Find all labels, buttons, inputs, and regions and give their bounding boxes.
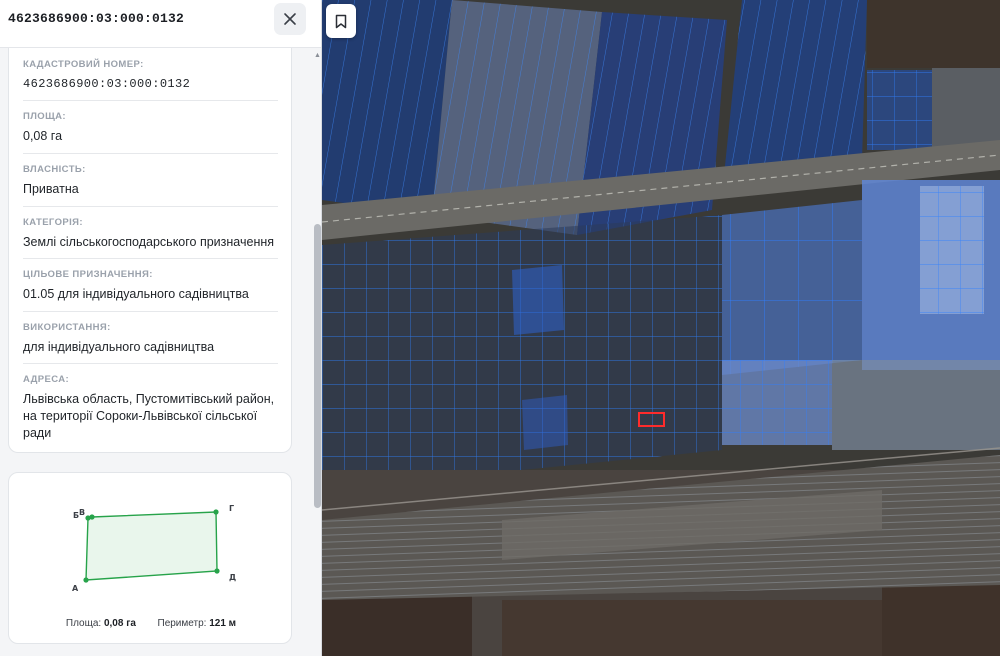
detail-value: Львівська область, Пустомитівський район… [23, 392, 275, 440]
close-icon [284, 13, 296, 25]
detail-value: 0,08 га [23, 129, 63, 143]
detail-row-ownership: ВЛАСНІСТЬ: Приватна [23, 164, 278, 207]
detail-row-category: КАТЕГОРІЯ: Землі сільськогосподарського … [23, 217, 278, 259]
chevron-up-icon[interactable]: ▲ [313, 52, 321, 60]
detail-value: 4623686900:03:000:0132 [23, 77, 191, 91]
detail-label: ВЛАСНІСТЬ: [23, 164, 86, 175]
detail-row-usage: ВИКОРИСТАННЯ: для індивідуального садівн… [23, 322, 278, 364]
detail-label: ПЛОЩА: [23, 111, 66, 122]
panel-header: 4623686900:03:000:0132 [0, 0, 321, 48]
parcel-details-card: КАДАСТРОВИЙ НОМЕР: 4623686900:03:000:013… [8, 48, 292, 453]
forest-bottom [502, 600, 882, 656]
detail-row-address: АДРЕСА: Львівська область, Пустомитівськ… [23, 374, 278, 444]
detail-label: АДРЕСА: [23, 374, 70, 385]
parcel-info-panel: 4623686900:03:000:0132 КАДАСТРОВИЙ НОМЕР… [0, 0, 322, 656]
vertex-label-g: Г [229, 504, 234, 513]
parcel-highlight-blue [512, 265, 564, 335]
industrial-block [722, 200, 862, 375]
scroll-thumb[interactable] [314, 224, 321, 508]
detail-label: КАДАСТРОВИЙ НОМЕР: [23, 59, 144, 70]
field-block [867, 70, 932, 150]
detail-value: Приватна [23, 182, 79, 196]
detail-row-purpose: ЦІЛЬОВЕ ПРИЗНАЧЕННЯ: 01.05 для індивідуа… [23, 269, 278, 312]
satellite-map[interactable] [322, 0, 1000, 656]
parcel-shape-polygon [85, 511, 218, 581]
detail-label: ЦІЛЬОВЕ ПРИЗНАЧЕННЯ: [23, 269, 153, 280]
industrial-yard [832, 360, 1000, 450]
vertex-point [214, 568, 220, 574]
panel-title: 4623686900:03:000:0132 [8, 11, 185, 26]
bookmark-icon [335, 14, 347, 28]
bookmark-button[interactable] [326, 4, 356, 38]
parking-lot [722, 360, 832, 445]
close-button[interactable] [274, 3, 306, 35]
forest-north [867, 0, 1000, 68]
area-label: Площа: [65, 618, 102, 629]
vertex-point [89, 514, 95, 520]
perimeter-value: 121 м [209, 618, 237, 629]
detail-row-area: ПЛОЩА: 0,08 га [23, 111, 278, 154]
vertex-point [83, 577, 89, 583]
detail-value: для індивідуального садівництва [23, 340, 215, 354]
detail-label: КАТЕГОРІЯ: [23, 217, 83, 228]
detail-label: ВИКОРИСТАННЯ: [23, 322, 111, 333]
vertex-label-v: В [79, 508, 85, 517]
vertex-point [213, 509, 219, 515]
parcel-highlight-blue [522, 395, 568, 450]
warehouse-roof [920, 186, 984, 314]
garden-parcels [322, 215, 722, 470]
shape-metrics: Площа: 0,08 га Периметр: 121 м [9, 618, 293, 629]
perimeter-label: Периметр: [157, 618, 207, 629]
vertex-label-a: А [72, 584, 79, 593]
detail-row-cadastral-number: КАДАСТРОВИЙ НОМЕР: 4623686900:03:000:013… [23, 59, 278, 101]
detail-value: Землі сільськогосподарського призначення [23, 235, 275, 249]
panel-scrollbar[interactable]: ▲ [313, 48, 321, 656]
parcel-shape-card: Б В Г Д А Площа: 0,08 га Периметр: 121 м [8, 472, 292, 644]
area-value: 0,08 га [103, 618, 136, 629]
vertex-label-d: Д [229, 573, 236, 582]
detail-value: 01.05 для індивідуального садівництва [23, 287, 249, 301]
map-canvas[interactable] [322, 0, 1000, 656]
